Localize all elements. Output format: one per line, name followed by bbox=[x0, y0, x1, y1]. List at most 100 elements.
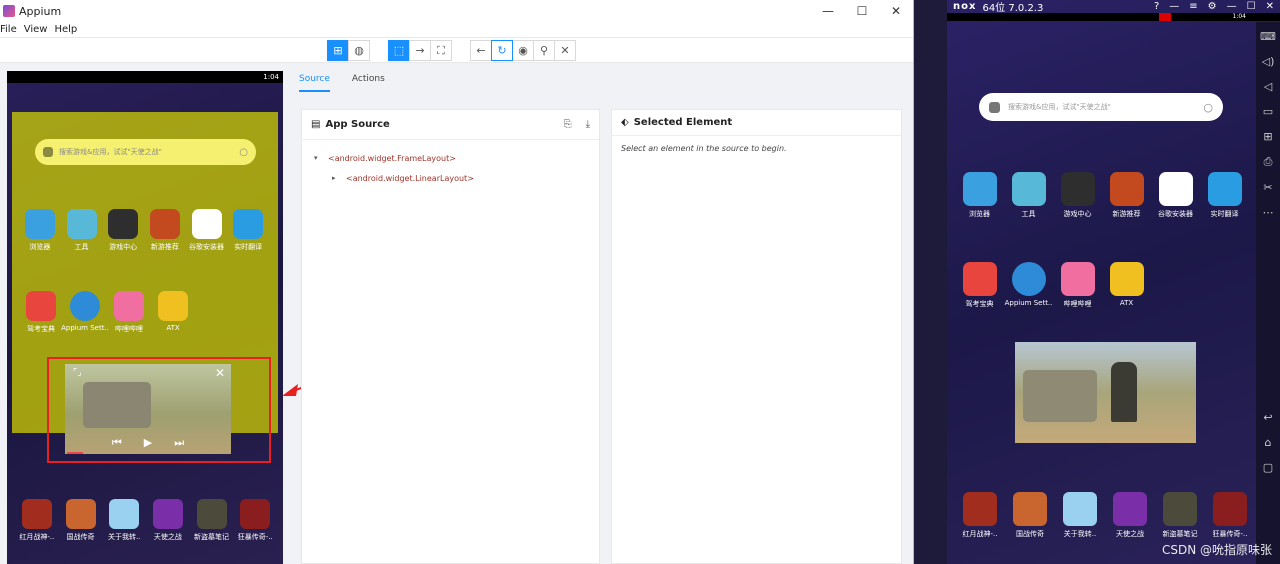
atx-taxi-icon bbox=[158, 291, 188, 321]
annotation-red-box bbox=[47, 357, 271, 463]
app-translate[interactable]: 实时翻译 bbox=[227, 209, 269, 252]
scissors-icon[interactable]: ✂ bbox=[1263, 181, 1272, 194]
app-appium-settings[interactable]: Appium Sett.. bbox=[1004, 262, 1053, 309]
app-label: 关于我转.. bbox=[1063, 530, 1097, 538]
tree-node-label[interactable]: <android.widget.FrameLayout> bbox=[328, 154, 456, 163]
dock-app[interactable]: 新盗墓笔记 bbox=[1155, 492, 1205, 539]
google-icon bbox=[191, 209, 222, 239]
back-icon[interactable]: ← bbox=[470, 40, 492, 61]
caret-right-icon[interactable]: ▸ bbox=[332, 174, 346, 182]
search-icon[interactable]: ⚲ bbox=[533, 40, 555, 61]
dock-app[interactable]: 关于我转.. bbox=[1055, 492, 1105, 539]
app-appium-settings[interactable]: Appium Sett.. bbox=[61, 291, 109, 334]
app-game-center[interactable]: 游戏中心 bbox=[1053, 172, 1102, 219]
more-icon[interactable]: ⋯ bbox=[1263, 206, 1274, 219]
app-game-center[interactable]: 游戏中心 bbox=[102, 209, 144, 252]
tab-source[interactable]: Source bbox=[299, 74, 330, 92]
swipe-icon[interactable]: → bbox=[409, 40, 431, 61]
dock-app[interactable]: 国战传奇 bbox=[1005, 492, 1055, 539]
app-new-games[interactable]: 新游推荐 bbox=[1102, 172, 1151, 219]
app-atx[interactable]: ATX bbox=[1102, 262, 1151, 309]
game-icon bbox=[1163, 492, 1197, 526]
tree-node[interactable]: ▸ <android.widget.LinearLayout> bbox=[314, 168, 599, 188]
app-atx[interactable]: ATX bbox=[151, 291, 195, 334]
game-icon bbox=[196, 499, 227, 529]
settings-icon[interactable]: ⚙ bbox=[1208, 1, 1217, 12]
app-label: 实时翻译 bbox=[234, 243, 263, 251]
app-source-title: App Source bbox=[325, 119, 390, 130]
download-icon[interactable]: ⤓ bbox=[586, 119, 590, 130]
copy-icon[interactable]: ⎘ bbox=[564, 119, 572, 130]
select-icon[interactable]: ⬚ bbox=[388, 40, 410, 61]
nox-floating-video[interactable] bbox=[1015, 342, 1196, 443]
screen-icon[interactable]: ▭ bbox=[1263, 105, 1273, 118]
menu-file[interactable]: File bbox=[0, 24, 23, 35]
nox-status-bar: 1:04 bbox=[947, 13, 1280, 21]
close-window-button[interactable]: ✕ bbox=[879, 0, 913, 22]
home-icon[interactable]: ⌂ bbox=[1265, 436, 1272, 449]
tap-area-icon[interactable]: ⛶ bbox=[430, 40, 452, 61]
tree-node[interactable]: ▾ <android.widget.FrameLayout> bbox=[314, 148, 599, 168]
maximize-button[interactable]: ☐ bbox=[845, 0, 879, 22]
app-label: 游戏中心 bbox=[109, 243, 138, 251]
dock-app[interactable]: 红月战神-.. bbox=[955, 492, 1005, 539]
app-tools[interactable]: 工具 bbox=[61, 209, 103, 252]
source-tools: ⎘ ⤓ bbox=[564, 119, 590, 130]
close-button[interactable]: ✕ bbox=[1266, 1, 1274, 12]
app-tools[interactable]: 工具 bbox=[1004, 172, 1053, 219]
dock-app[interactable]: 狂暴传奇-.. bbox=[1205, 492, 1255, 539]
minimize-button[interactable]: — bbox=[1227, 1, 1237, 12]
video-frame-jeep bbox=[1023, 370, 1097, 422]
eye-icon[interactable]: ◉ bbox=[512, 40, 534, 61]
recent-icon[interactable]: ▢ bbox=[1263, 461, 1273, 474]
volume-up-icon[interactable]: ◁) bbox=[1262, 55, 1275, 68]
minimize-button[interactable]: — bbox=[811, 0, 845, 22]
dock-app[interactable]: 国战传奇 bbox=[59, 499, 103, 542]
nav-group: ← ↻ ◉ ⚲ ✕ bbox=[470, 40, 576, 61]
caret-down-icon[interactable]: ▾ bbox=[314, 154, 328, 162]
phone-search-icon: ○ bbox=[239, 146, 248, 158]
menu-view[interactable]: View bbox=[24, 24, 54, 35]
nox-search-bar[interactable]: 搜索游戏&应用，试试"天使之战" ○ bbox=[979, 93, 1223, 121]
dock-app[interactable]: 狂暴传奇-.. bbox=[233, 499, 277, 542]
help-icon[interactable]: ? bbox=[1154, 1, 1159, 12]
dock-app[interactable]: 天使之战 bbox=[1105, 492, 1155, 539]
maximize-button[interactable]: ☐ bbox=[1247, 1, 1256, 12]
google-icon bbox=[1158, 172, 1193, 206]
app-browser[interactable]: 浏览器 bbox=[19, 209, 61, 252]
dock-app[interactable]: 红月战神-.. bbox=[15, 499, 59, 542]
dock-app[interactable]: 天使之战 bbox=[146, 499, 190, 542]
nox-logo: nox bbox=[953, 1, 977, 12]
app-browser[interactable]: 浏览器 bbox=[955, 172, 1004, 219]
app-label: 游戏中心 bbox=[1063, 210, 1092, 218]
app-google-installer[interactable]: 谷歌安装器 bbox=[1151, 172, 1200, 219]
dock-app[interactable]: 新盗墓笔记 bbox=[190, 499, 234, 542]
print-icon[interactable]: ⎙ bbox=[1264, 155, 1273, 169]
dock-app[interactable]: 关于我转.. bbox=[102, 499, 146, 542]
device-screenshot[interactable]: 1:04 搜索游戏&应用，试试"天使之战" ○ 浏览器 工具 游戏中心 新游推荐… bbox=[7, 71, 283, 564]
app-google-installer[interactable]: 谷歌安装器 bbox=[186, 209, 228, 252]
app-translate[interactable]: 实时翻译 bbox=[1200, 172, 1249, 219]
app-new-games[interactable]: 新游推荐 bbox=[144, 209, 186, 252]
refresh-icon[interactable]: ↻ bbox=[491, 40, 513, 61]
phone-search-bar[interactable]: 搜索游戏&应用，试试"天使之战" ○ bbox=[35, 139, 256, 165]
app-bilibili[interactable]: 哔哩哔哩 bbox=[1053, 262, 1102, 309]
app-driving-test[interactable]: 驾考宝典 bbox=[955, 262, 1004, 309]
game-icon bbox=[240, 499, 271, 529]
tab-actions[interactable]: Actions bbox=[352, 74, 385, 92]
tree-node-label[interactable]: <android.widget.LinearLayout> bbox=[346, 174, 474, 183]
menu-help[interactable]: Help bbox=[54, 24, 83, 35]
app-bilibili[interactable]: 哔哩哔哩 bbox=[107, 291, 151, 334]
close-icon[interactable]: ✕ bbox=[554, 40, 576, 61]
minimize-icon[interactable]: — bbox=[1169, 1, 1179, 12]
app-label: 关于我转.. bbox=[107, 533, 141, 541]
grid-icon[interactable]: ⊞ bbox=[327, 40, 349, 61]
keyboard-icon[interactable]: ⌨ bbox=[1260, 30, 1276, 43]
app-driving-test[interactable]: 驾考宝典 bbox=[19, 291, 63, 334]
add-apk-icon[interactable]: ⊞ bbox=[1263, 130, 1272, 143]
globe-icon[interactable]: ◍ bbox=[348, 40, 370, 61]
app-label: 工具 bbox=[1021, 210, 1036, 218]
volume-down-icon[interactable]: ◁ bbox=[1264, 80, 1272, 93]
menu-icon[interactable]: ≡ bbox=[1189, 1, 1197, 12]
back-icon[interactable]: ↩ bbox=[1263, 411, 1272, 424]
